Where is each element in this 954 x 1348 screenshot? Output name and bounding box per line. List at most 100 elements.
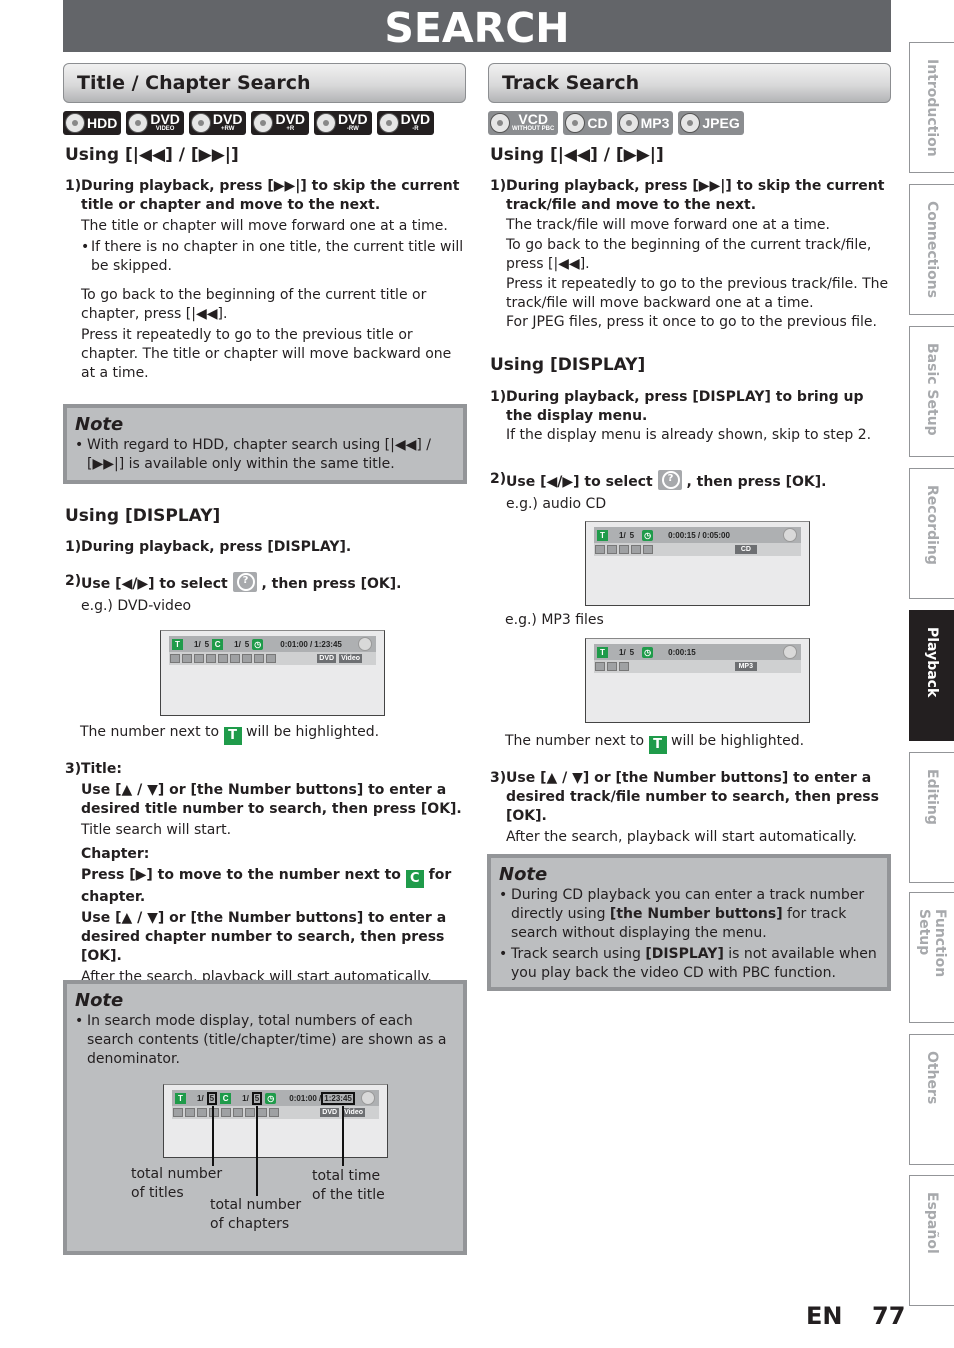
vcd-badge: VCD WITHOUT PBC	[488, 111, 559, 135]
disc-icon	[565, 113, 586, 133]
disc-icon	[783, 528, 797, 542]
side-tab-introduction[interactable]: Introduction	[909, 42, 954, 173]
callout-line-time	[342, 1106, 344, 1166]
disc-icon	[361, 1091, 375, 1105]
side-tab-label: Basic Setup	[924, 343, 940, 436]
side-tab-editing[interactable]: Editing	[909, 752, 954, 883]
side-tab-connections[interactable]: Connections	[909, 184, 954, 315]
angle-icon	[206, 654, 216, 663]
clock-icon: ◷	[252, 638, 264, 650]
page-number: 77	[872, 1302, 906, 1330]
step-number: 3)	[490, 770, 507, 786]
side-tab-espanol[interactable]: Español	[909, 1175, 954, 1306]
heading-using-skip-left: Using [|◀◀] / [▶▶|]	[65, 145, 239, 165]
forward-description: The track/file will move forward one at …	[506, 217, 830, 233]
note-bullet-2: Track search using [DISPLAY] is not avai…	[511, 945, 879, 983]
repeat-icon	[619, 545, 629, 554]
badge-label: DVD	[150, 111, 180, 127]
badge-sublabel: -R	[412, 126, 419, 132]
search-mode-icon	[657, 470, 682, 490]
track-icon: T	[597, 529, 608, 541]
track-position: 1/	[619, 647, 626, 657]
picture-icon	[269, 1108, 279, 1117]
disc-icon	[316, 113, 337, 133]
track-total: 5	[629, 647, 635, 657]
chapter-icon: C	[220, 1092, 232, 1104]
repeat-description: Press it repeatedly to go to the previou…	[506, 276, 889, 311]
random-icon	[643, 545, 653, 554]
media-tag: DVD	[320, 1108, 340, 1117]
step-instruction: During playback, press [▶▶|] to skip the…	[81, 178, 460, 213]
picture-icon	[266, 654, 276, 663]
highlight-pre: The number next to	[505, 733, 645, 749]
dvd-minus-rw-badge: DVD -RW	[314, 111, 372, 135]
step-instruction-post: , then press [OK].	[686, 474, 827, 490]
back-description: To go back to the beginning of the curre…	[506, 237, 872, 272]
step-number: 2)	[490, 471, 507, 487]
side-tab-playback[interactable]: Playback	[909, 610, 954, 741]
side-tab-recording[interactable]: Recording	[909, 468, 954, 599]
badge-label: JPEG	[702, 114, 740, 131]
step-number: 2)	[65, 573, 82, 589]
marker-icon	[230, 654, 240, 663]
side-tab-label: Others	[924, 1051, 940, 1105]
side-tab-label: Español	[924, 1192, 940, 1254]
side-tab-function-setup[interactable]: Function Setup	[909, 892, 954, 1023]
track-total: 5	[629, 530, 635, 540]
side-tab-label: Connections	[924, 201, 940, 299]
badge-sublabel: +R	[286, 126, 295, 132]
media-tag: MP3	[734, 662, 757, 671]
note-bullet: With regard to HDD, chapter search using…	[87, 437, 432, 472]
jpeg-badge: JPEG	[678, 111, 744, 135]
right-skip-step1: 1) During playback, press [▶▶|] to skip t…	[490, 177, 890, 332]
note-bullet: In search mode display, total numbers of…	[87, 1013, 447, 1067]
mp3-badge: MP3	[616, 111, 674, 135]
step-description: The title or chapter will move forward o…	[81, 218, 448, 234]
note-box-track: Note • During CD playback you can enter a…	[487, 854, 891, 991]
chapter-icon: C	[405, 870, 424, 888]
dvd-plus-rw-badge: DVD +RW	[188, 111, 247, 135]
noise-reduction-icon	[245, 1108, 255, 1117]
side-tab-basic-setup[interactable]: Basic Setup	[909, 326, 954, 457]
badge-sublabel: +RW	[220, 126, 235, 132]
example-label: e.g.) DVD-video	[81, 598, 192, 614]
page-title: SEARCH	[63, 0, 891, 52]
title-position: 1/	[197, 1093, 204, 1103]
osd-status-bar: T 1/ 5 C 1/ 5 ◷ 0:01:00 / 1:23:45	[172, 1090, 379, 1106]
heading-using-display-right: Using [DISPLAY]	[490, 355, 646, 375]
left-display-step2: 2)Use [◀/▶] to select , then press [OK].…	[65, 572, 465, 616]
time-elapsed: 0:01:00 /	[280, 639, 313, 649]
marker-icon	[233, 1108, 243, 1117]
chapter-icon: C	[212, 638, 224, 650]
highlight-post: will be highlighted.	[671, 733, 805, 749]
step-instruction-post: , then press [OK].	[261, 576, 402, 592]
disc-icon	[358, 637, 372, 651]
track-icon: T	[597, 646, 608, 658]
repeat-icon	[607, 662, 617, 671]
time-display: 0:00:15	[668, 647, 696, 657]
note-emphasis: [the Number buttons]	[609, 906, 783, 922]
osd-mp3: T 1/ 5 ◷ 0:00:15 MP3	[585, 638, 810, 723]
format-tag: Video	[342, 1108, 365, 1117]
title-total-highlighted: 5	[206, 1091, 218, 1105]
note-box-hdd: Note • With regard to HDD, chapter search…	[63, 404, 467, 484]
example-label-mp3: e.g.) MP3 files	[505, 612, 604, 628]
chapter-press-pre: Press [▶] to move to the number next to	[81, 867, 401, 883]
step-instruction: During playback, press [DISPLAY] to brin…	[506, 389, 864, 424]
media-tag: CD	[734, 545, 757, 554]
step-instruction-pre: Use [◀/▶] to select	[506, 474, 653, 490]
badge-label: DVD	[212, 111, 243, 127]
title-icon: T	[175, 1092, 186, 1104]
highlight-pre: The number next to	[80, 724, 220, 740]
search-icon	[173, 1108, 183, 1117]
callout-line-chapters	[256, 1106, 258, 1196]
disc-icon	[680, 113, 701, 133]
section-header-track-search: Track Search	[488, 63, 891, 103]
audio-icon	[182, 654, 192, 663]
section-header-title-chapter-search: Title / Chapter Search	[63, 63, 466, 103]
disc-icon	[128, 113, 149, 133]
side-tab-others[interactable]: Others	[909, 1034, 954, 1165]
repeat-icon	[221, 1108, 231, 1117]
side-tab-label: Editing	[924, 769, 940, 825]
search-icon	[170, 654, 180, 663]
